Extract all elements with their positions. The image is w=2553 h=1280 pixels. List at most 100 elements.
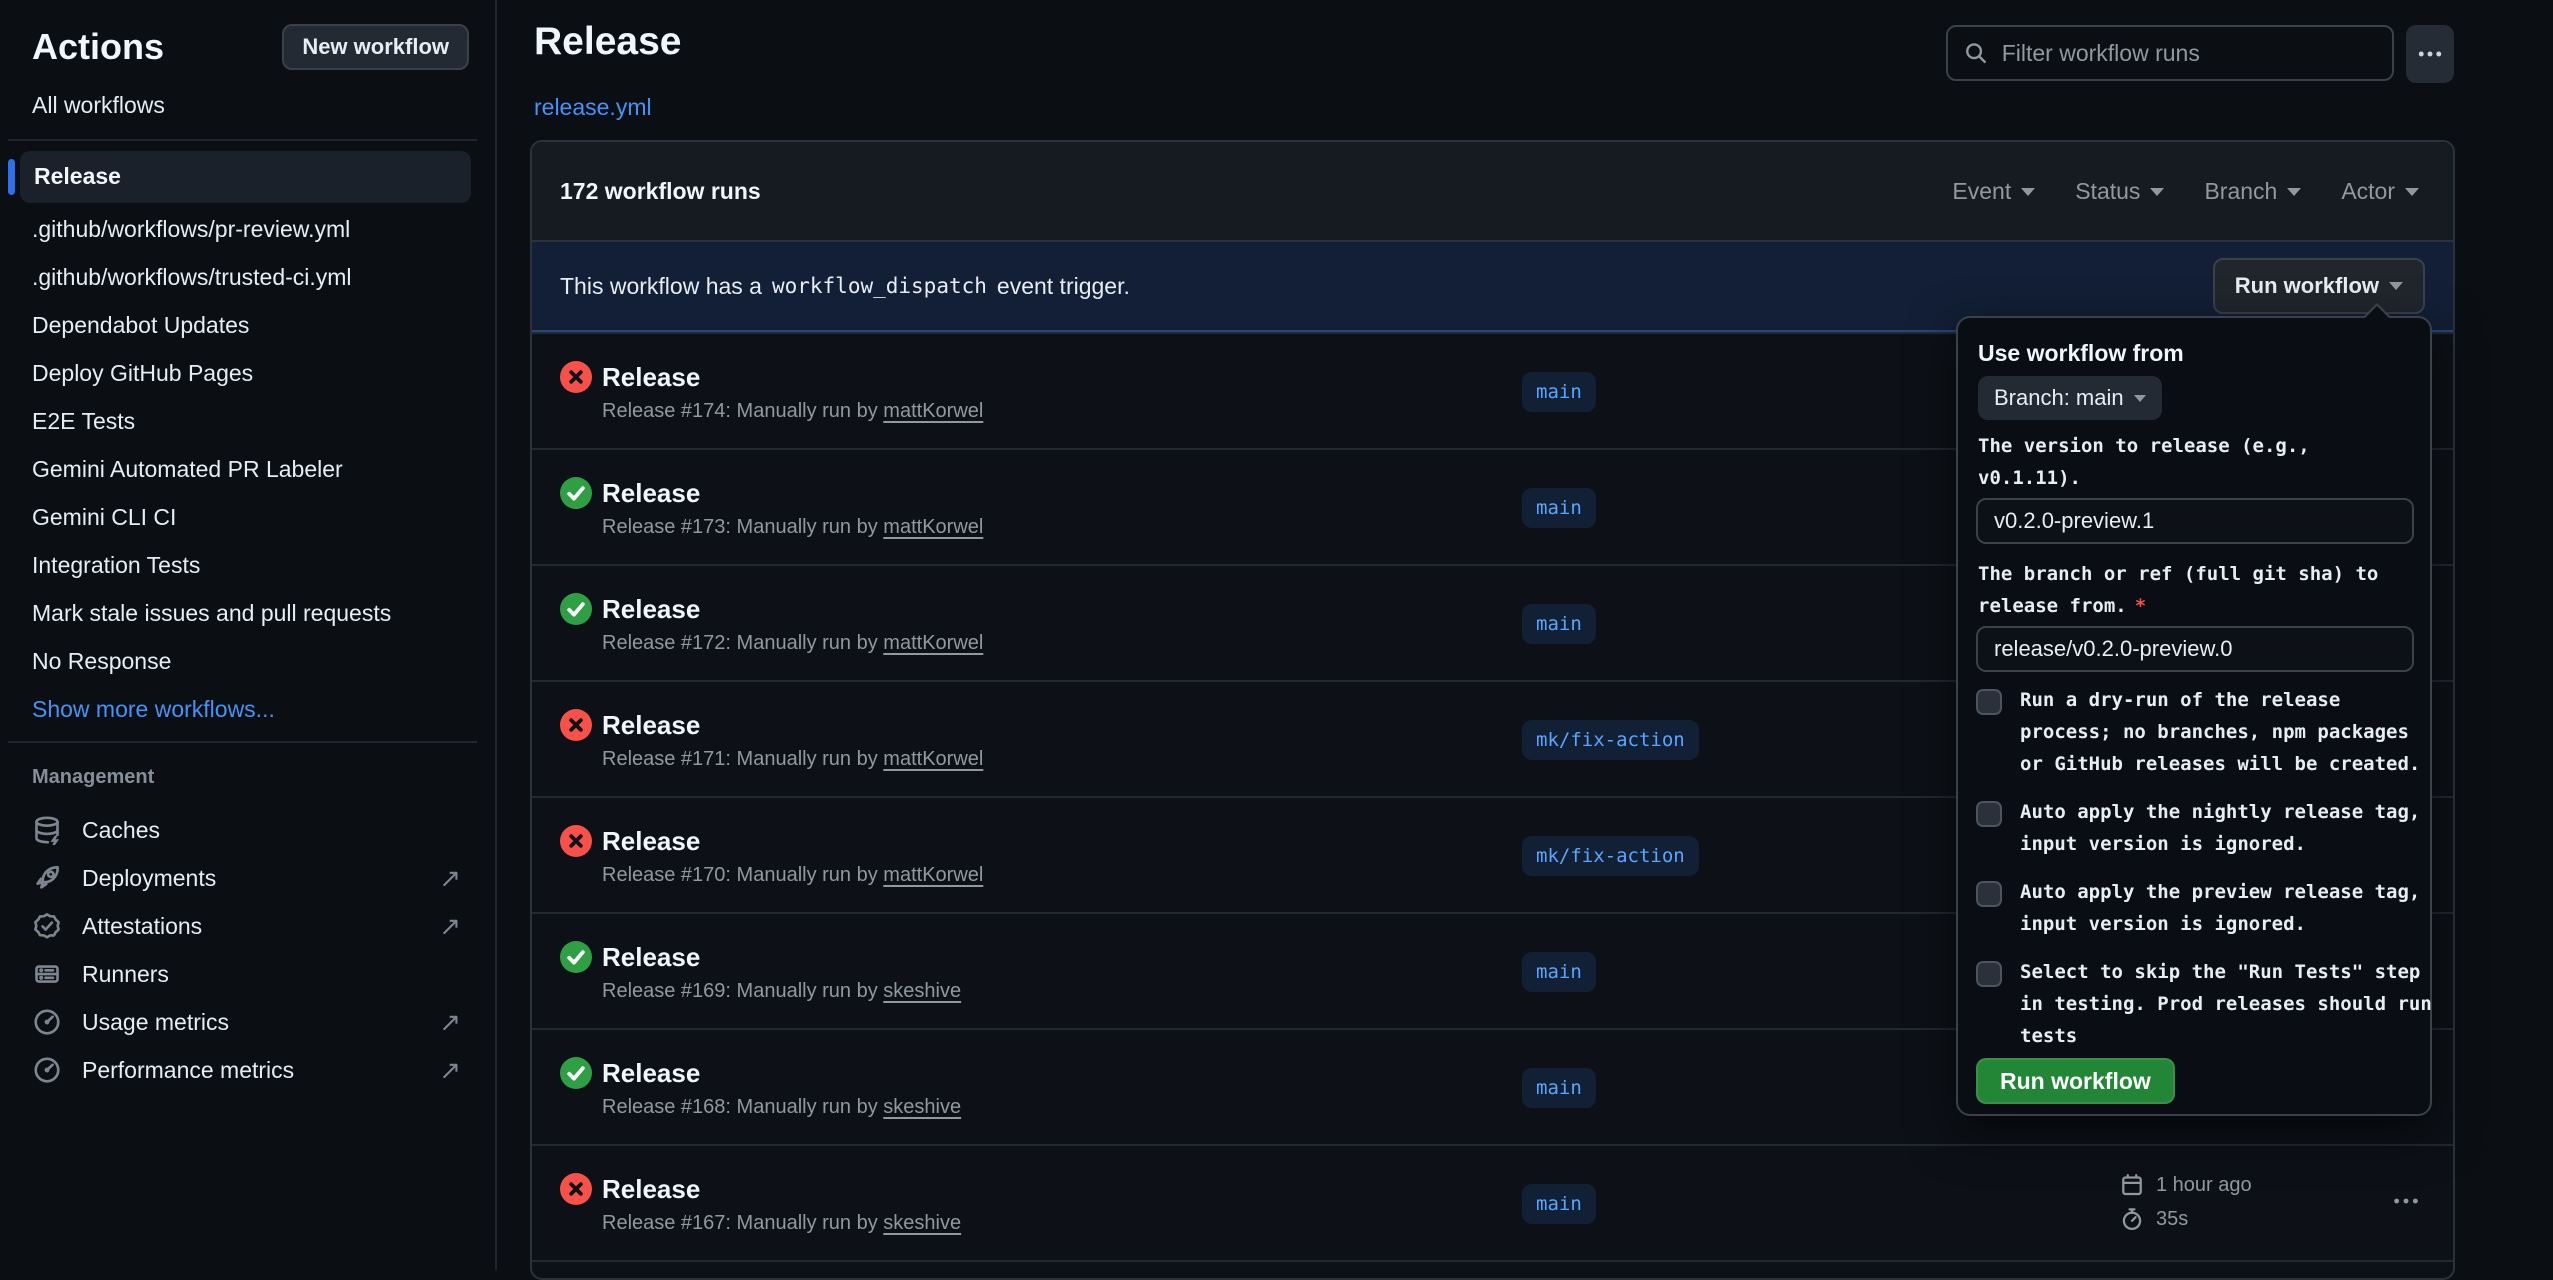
- checkbox-label: Auto apply the preview release tag, inpu…: [2020, 876, 2416, 940]
- branch-badge[interactable]: main: [1522, 952, 1596, 992]
- sidebar-item-release-selected[interactable]: Release: [20, 151, 471, 203]
- actor-link[interactable]: mattKorwel: [883, 748, 983, 770]
- show-more-workflows-link[interactable]: Show more workflows...: [0, 685, 497, 733]
- use-workflow-from-label: Use workflow from: [1978, 340, 2184, 367]
- runs-count: 172 workflow runs: [560, 178, 761, 205]
- branch-badge[interactable]: main: [1522, 372, 1596, 412]
- version-input[interactable]: [1976, 498, 2414, 544]
- sidebar-item-workflow[interactable]: No Response: [0, 637, 497, 685]
- checkbox-label: Run a dry-run of the release process; no…: [2020, 684, 2416, 780]
- run-title-link[interactable]: Release: [602, 942, 700, 973]
- ref-input[interactable]: [1976, 626, 2414, 672]
- sidebar-item-label: Caches: [82, 817, 160, 844]
- filter-branch-dropdown[interactable]: Branch: [2204, 178, 2301, 205]
- run-title-link[interactable]: Release: [602, 362, 700, 393]
- actor-link[interactable]: skeshive: [883, 1096, 961, 1118]
- run-workflow-dropdown-button[interactable]: Run workflow: [2213, 258, 2425, 314]
- sidebar-item-workflow[interactable]: Mark stale issues and pull requests: [0, 589, 497, 637]
- sidebar-item-label: Usage metrics: [82, 1009, 229, 1036]
- filter-workflow-runs-input[interactable]: [2000, 39, 2376, 68]
- run-title-link[interactable]: Release: [602, 826, 700, 857]
- kebab-horizontal-icon: [2391, 1186, 2421, 1216]
- workflow-run-row-partial: [532, 1260, 2453, 1280]
- sidebar-item-runners[interactable]: Runners: [0, 950, 497, 998]
- dry-run-checkbox[interactable]: [1976, 689, 2002, 715]
- sidebar-item-workflow[interactable]: Dependabot Updates: [0, 301, 497, 349]
- database-icon: [32, 815, 62, 845]
- sidebar-item-workflow[interactable]: E2E Tests: [0, 397, 497, 445]
- server-icon: [32, 959, 62, 989]
- run-meta: 1 hour ago 35s: [2120, 1168, 2252, 1236]
- page-title: Release: [534, 20, 681, 64]
- branch-badge[interactable]: main: [1522, 1184, 1596, 1224]
- sidebar-item-workflow[interactable]: .github/workflows/pr-review.yml: [0, 205, 497, 253]
- x-circle-icon: [560, 1173, 592, 1205]
- run-title-link[interactable]: Release: [602, 1174, 700, 1205]
- gauge-icon: [32, 1055, 62, 1085]
- kebab-horizontal-icon: [2416, 40, 2444, 68]
- new-workflow-button[interactable]: New workflow: [282, 24, 469, 70]
- sidebar-item-workflow[interactable]: Integration Tests: [0, 541, 497, 589]
- run-title-link[interactable]: Release: [602, 710, 700, 741]
- run-status-icon: [560, 825, 592, 857]
- actor-link[interactable]: mattKorwel: [883, 400, 983, 422]
- actor-link[interactable]: mattKorwel: [883, 864, 983, 886]
- preview-tag-checkbox[interactable]: [1976, 881, 2002, 907]
- sidebar-item-workflow[interactable]: Deploy GitHub Pages: [0, 349, 497, 397]
- run-duration: 35s: [2156, 1208, 2188, 1231]
- skip-tests-checkbox[interactable]: [1976, 961, 2002, 987]
- run-title-link[interactable]: Release: [602, 594, 700, 625]
- chevron-down-icon: [2021, 188, 2035, 196]
- sidebar-item-all-workflows[interactable]: All workflows: [32, 92, 165, 119]
- run-options-kebab-button[interactable]: [2378, 1186, 2434, 1221]
- run-description: Release #172: Manually run by mattKorwel: [602, 632, 983, 655]
- workflow-file-link[interactable]: release.yml: [534, 94, 652, 121]
- branch-select-button[interactable]: Branch: main: [1978, 376, 2162, 420]
- run-status-icon: [560, 593, 592, 625]
- sidebar-item-caches[interactable]: Caches: [0, 806, 497, 854]
- selected-accent-bar: [8, 159, 15, 195]
- run-description: Release #167: Manually run by skeshive: [602, 1212, 961, 1235]
- panel-caret: [2362, 303, 2392, 318]
- filter-workflow-runs-box[interactable]: [1946, 25, 2394, 81]
- sidebar-item-performance-metrics[interactable]: Performance metrics ↗: [0, 1046, 497, 1094]
- sidebar-item-workflow[interactable]: Gemini CLI CI: [0, 493, 497, 541]
- chevron-down-icon: [2150, 188, 2164, 196]
- filter-status-dropdown[interactable]: Status: [2075, 178, 2164, 205]
- actor-link[interactable]: skeshive: [883, 980, 961, 1002]
- branch-badge[interactable]: main: [1522, 604, 1596, 644]
- chevron-down-icon: [2287, 188, 2301, 196]
- nightly-tag-checkbox[interactable]: [1976, 801, 2002, 827]
- rocket-icon: [32, 863, 62, 893]
- sidebar-item-label: Deployments: [82, 865, 216, 892]
- banner-code: workflow_dispatch: [772, 274, 987, 298]
- sidebar-item-workflow[interactable]: Gemini Automated PR Labeler: [0, 445, 497, 493]
- actor-link[interactable]: skeshive: [883, 1212, 961, 1234]
- filter-actor-dropdown[interactable]: Actor: [2341, 178, 2419, 205]
- run-status-icon: [560, 1057, 592, 1089]
- sidebar-item-attestations[interactable]: Attestations ↗: [0, 902, 497, 950]
- sidebar-title: Actions: [32, 26, 164, 68]
- sidebar-item-usage-metrics[interactable]: Usage metrics ↗: [0, 998, 497, 1046]
- actor-link[interactable]: mattKorwel: [883, 632, 983, 654]
- search-icon: [1964, 40, 1988, 66]
- branch-badge[interactable]: mk/fix-action: [1522, 720, 1699, 760]
- run-status-icon: [560, 1173, 592, 1205]
- run-title-link[interactable]: Release: [602, 1058, 700, 1089]
- run-description: Release #174: Manually run by mattKorwel: [602, 400, 983, 423]
- actor-link[interactable]: mattKorwel: [883, 516, 983, 538]
- chevron-down-icon: [2389, 282, 2403, 290]
- run-status-icon: [560, 941, 592, 973]
- branch-badge[interactable]: mk/fix-action: [1522, 836, 1699, 876]
- run-title-link[interactable]: Release: [602, 478, 700, 509]
- sidebar-item-deployments[interactable]: Deployments ↗: [0, 854, 497, 902]
- filter-event-dropdown[interactable]: Event: [1952, 178, 2035, 205]
- workflow-options-kebab-button[interactable]: [2406, 25, 2454, 83]
- branch-badge[interactable]: main: [1522, 488, 1596, 528]
- management-section-title: Management: [32, 766, 154, 789]
- check-circle-icon: [560, 941, 592, 973]
- run-description: Release #169: Manually run by skeshive: [602, 980, 961, 1003]
- branch-badge[interactable]: main: [1522, 1068, 1596, 1108]
- run-workflow-submit-button[interactable]: Run workflow: [1976, 1058, 2175, 1104]
- sidebar-item-workflow[interactable]: .github/workflows/trusted-ci.yml: [0, 253, 497, 301]
